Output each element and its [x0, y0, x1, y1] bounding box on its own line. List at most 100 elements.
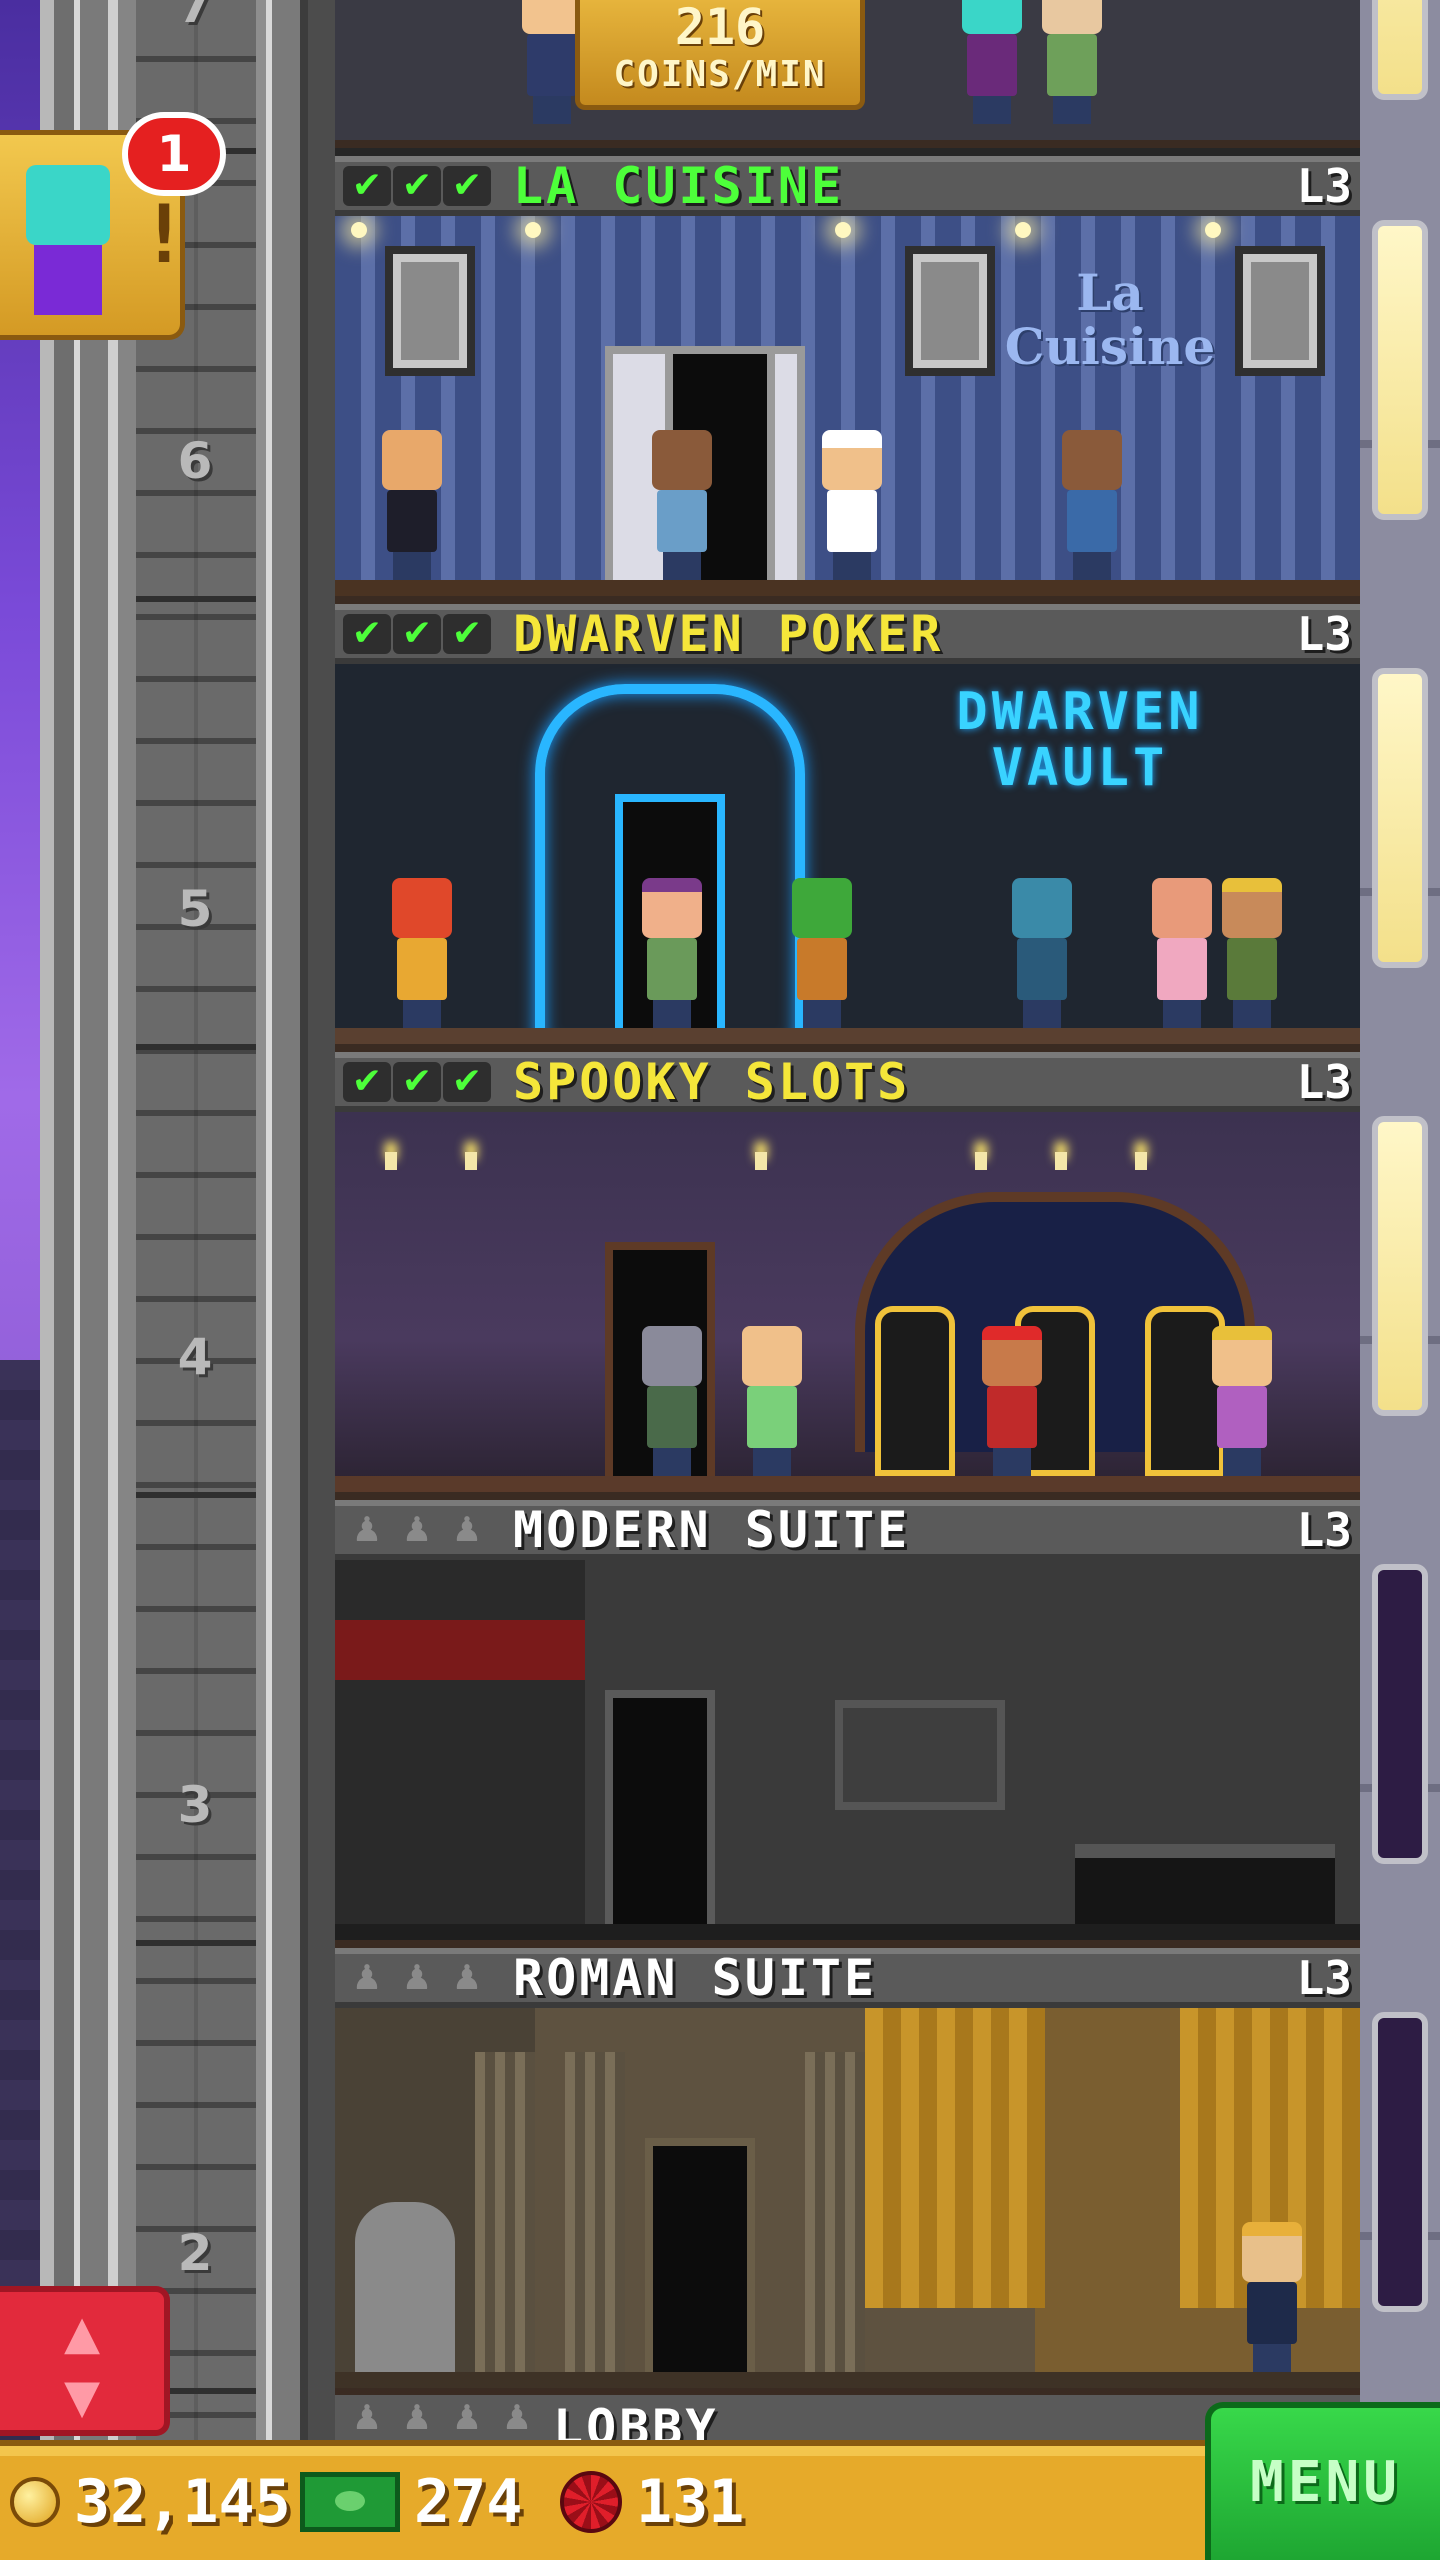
bitizen-zombie[interactable]: [635, 1326, 709, 1476]
bitizen[interactable]: [1145, 878, 1219, 1028]
ceiling-light: [525, 222, 541, 238]
chevron-up-icon: ▲: [63, 2297, 101, 2367]
checkmark-icon: ✔: [393, 166, 441, 206]
checkmark-icon: ✔: [443, 1062, 491, 1102]
floor-name: LA CUISINE: [513, 157, 845, 215]
ceiling-light: [351, 222, 367, 238]
shaft-floor-divider: [136, 596, 256, 602]
bitizen-alert-icon: [26, 165, 110, 245]
slot-machine: [875, 1306, 955, 1476]
shaft-floor-divider: [136, 1044, 256, 1050]
bitizen[interactable]: [955, 0, 1029, 124]
doorway: [605, 1690, 715, 1940]
shaft-floor-divider: [136, 1492, 256, 1498]
resident-slot-icon: ♟: [451, 1510, 483, 1550]
floor-name: ROMAN SUITE: [513, 1949, 878, 2007]
window: [1372, 668, 1428, 968]
chips-counter[interactable]: 131: [560, 2460, 744, 2544]
shaft-floor-divider: [136, 1940, 256, 1946]
bitizen[interactable]: [1035, 0, 1109, 124]
floor-level: L3: [1296, 159, 1352, 213]
room-floor: [335, 2372, 1360, 2388]
room-floor: [335, 1476, 1360, 1492]
resident-slot-icon: ♟: [401, 1958, 433, 1998]
resident-slot-icon: ♟: [351, 1958, 383, 1998]
floor-level: L3: [1296, 607, 1352, 661]
elevator-floor-number[interactable]: 2: [150, 2208, 240, 2298]
floor-header: ♟ ♟ ♟ ROMAN SUITE L3: [335, 1948, 1360, 2008]
room-floor: [335, 1028, 1360, 1044]
bitizen[interactable]: [735, 1326, 809, 1476]
wall-painting: [1235, 246, 1325, 376]
roman-column: [565, 2052, 625, 2372]
bitizen-dwarf[interactable]: [785, 878, 859, 1028]
floor-dwarven-poker[interactable]: ✔ ✔ ✔ DWARVEN POKER L3 DWARVEN VAULT: [335, 604, 1360, 1052]
elevator-rail-right: [256, 0, 336, 2440]
coins-per-min-amount: 216: [674, 0, 766, 56]
coins-per-min-banner[interactable]: 216 COINS/MIN: [575, 0, 865, 110]
checkmark-icon: ✔: [343, 1062, 391, 1102]
candle: [465, 1152, 477, 1170]
checkmark-icon: ✔: [443, 614, 491, 654]
wall-painting: [385, 246, 475, 376]
floor-spooky-slots[interactable]: ✔ ✔ ✔ SPOOKY SLOTS L3: [335, 1052, 1360, 1500]
window: [1372, 0, 1428, 100]
bitizen[interactable]: [1235, 2222, 1309, 2372]
room-scene: [335, 2008, 1360, 2388]
resident-slot-icon: ♟: [401, 1510, 433, 1550]
window: [1372, 2012, 1428, 2312]
chip-icon: [560, 2471, 622, 2533]
floor-la-cuisine[interactable]: ✔ ✔ ✔ LA CUISINE L3 La Cuisine: [335, 156, 1360, 604]
elevator-rail-left: [40, 0, 136, 2440]
floor-header: ✔ ✔ ✔ DWARVEN POKER L3: [335, 604, 1360, 664]
resident-slot-icon: ♟: [451, 1958, 483, 1998]
coins-counter[interactable]: 32,145: [10, 2460, 291, 2544]
room-scene: [335, 1560, 1360, 1940]
bitizen[interactable]: [1215, 878, 1289, 1028]
tower: ✔ ✔ ✔ LA CUISINE L3 La Cuisine ✔ ✔ ✔ DWA…: [335, 0, 1360, 2440]
elevator-button[interactable]: ▲ ▼: [0, 2286, 170, 2436]
curtain: [865, 2008, 1045, 2308]
bitizen[interactable]: [1205, 1326, 1279, 1476]
occupancy-indicators: ♟ ♟ ♟ ♟: [343, 2398, 543, 2438]
doorway: [645, 2138, 755, 2388]
chips-value: 131: [636, 2467, 745, 2537]
elevator-floor-number[interactable]: 3: [150, 1760, 240, 1850]
bux-cash-icon: [300, 2472, 400, 2532]
neon-sign-line: DWARVEN: [956, 682, 1204, 742]
floor-roman-suite[interactable]: ♟ ♟ ♟ ROMAN SUITE L3: [335, 1948, 1360, 2396]
floor-header: ✔ ✔ ✔ SPOOKY SLOTS L3: [335, 1052, 1360, 1112]
wall-art: [835, 1700, 1005, 1810]
bitizen[interactable]: [635, 878, 709, 1028]
bitizen-chef[interactable]: [815, 430, 889, 580]
bitizen[interactable]: [1055, 430, 1129, 580]
window: [1372, 1564, 1428, 1864]
floor-name: LOBBY: [553, 2398, 719, 2441]
stock-indicators: ✔ ✔ ✔: [343, 614, 503, 654]
elevator-floor-number[interactable]: 5: [150, 864, 240, 954]
exclamation-icon: !: [140, 188, 189, 281]
candle: [385, 1152, 397, 1170]
floor-level: L3: [1296, 1055, 1352, 1109]
bitizen-dwarf[interactable]: [385, 878, 459, 1028]
room-floor: [335, 580, 1360, 596]
room-floor: [335, 1924, 1360, 1940]
menu-button[interactable]: MENU: [1205, 2402, 1440, 2560]
elevator-floor-number[interactable]: 4: [150, 1312, 240, 1402]
room-scene: DWARVEN VAULT: [335, 664, 1360, 1044]
bux-value: 274: [414, 2467, 523, 2537]
bitizen[interactable]: [975, 1326, 1049, 1476]
bitizen[interactable]: [645, 430, 719, 580]
resident-slot-icon: ♟: [451, 2397, 483, 2438]
candle: [975, 1152, 987, 1170]
elevator-floor-number[interactable]: 7: [150, 0, 240, 50]
candle: [755, 1152, 767, 1170]
bitizen[interactable]: [375, 430, 449, 580]
floor-modern-suite[interactable]: ♟ ♟ ♟ MODERN SUITE L3: [335, 1500, 1360, 1948]
bitizen-diver[interactable]: [1005, 878, 1079, 1028]
elevator-floor-number[interactable]: 6: [150, 416, 240, 506]
bux-counter[interactable]: 274: [300, 2460, 522, 2544]
ceiling-light: [1205, 222, 1221, 238]
checkmark-icon: ✔: [343, 166, 391, 206]
coin-icon: [10, 2477, 60, 2527]
